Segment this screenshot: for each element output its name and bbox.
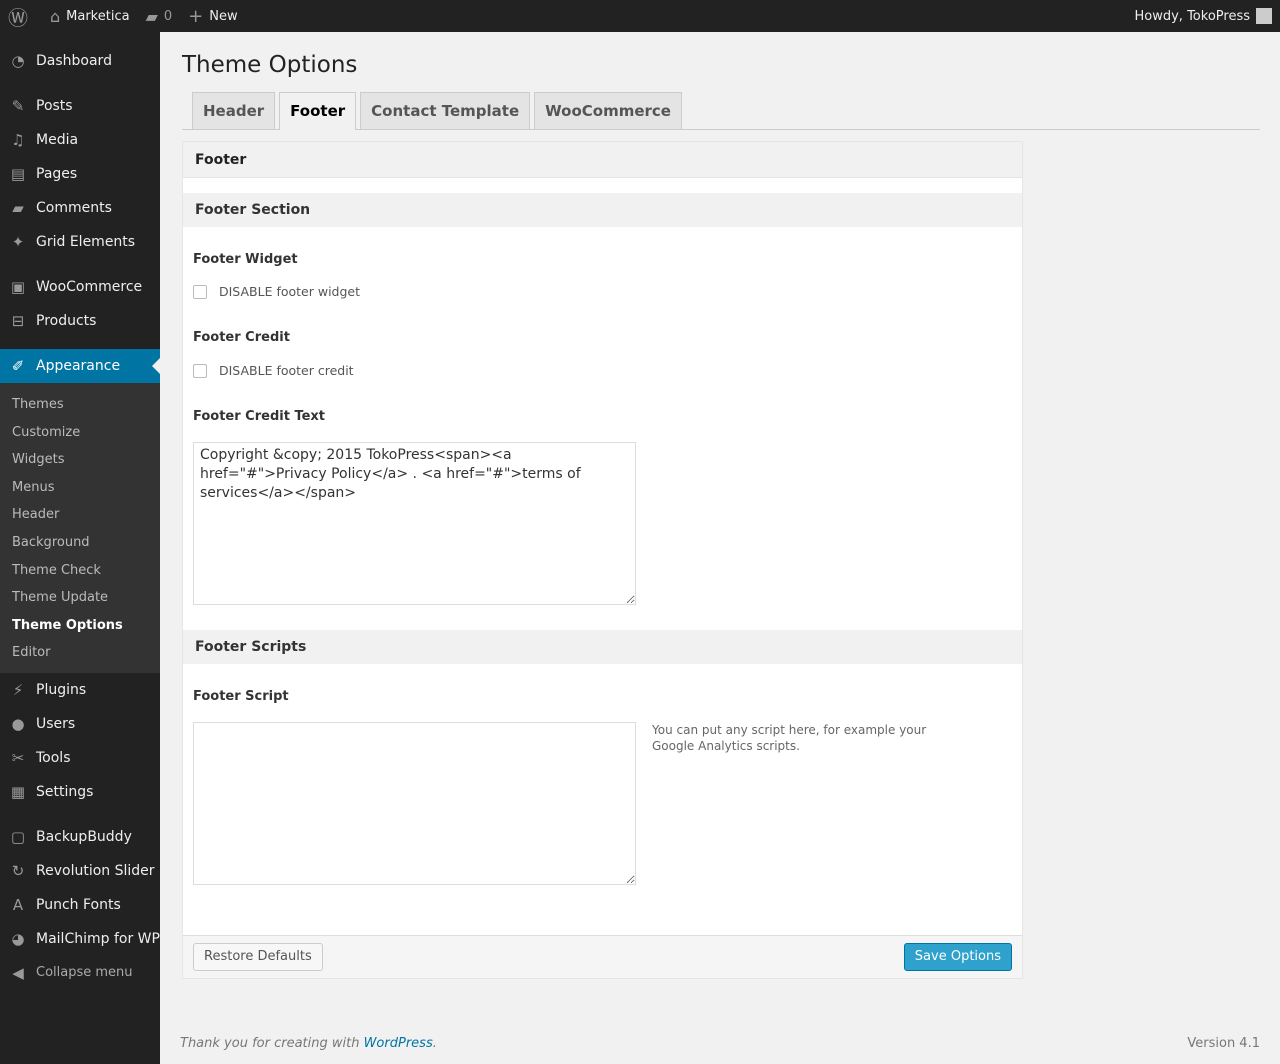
submenu-item-theme-update[interactable]: Theme Update bbox=[0, 584, 160, 612]
field-label: Footer Script bbox=[193, 689, 289, 704]
page-title: Theme Options bbox=[182, 52, 358, 78]
sidebar-item-posts[interactable]: ✎ Posts bbox=[0, 89, 160, 123]
submenu-item-editor[interactable]: Editor bbox=[0, 639, 160, 667]
cart-icon: ⊟ bbox=[11, 312, 25, 330]
panel-footer: Restore Defaults Save Options bbox=[183, 935, 1022, 978]
admin-footer: Thank you for creating with WordPress. V… bbox=[180, 1036, 1260, 1051]
sidebar-item-punch-fonts[interactable]: A Punch Fonts bbox=[0, 888, 160, 922]
restore-defaults-button[interactable]: Restore Defaults bbox=[193, 943, 323, 971]
woo-icon: ▣ bbox=[10, 278, 26, 296]
field-label: Footer Credit bbox=[193, 330, 290, 345]
sidebar-item-dashboard[interactable]: ◔ Dashboard bbox=[0, 44, 160, 78]
tab-bar: Header Footer Contact Template WooCommerce bbox=[182, 92, 1260, 130]
submenu-item-theme-options[interactable]: Theme Options bbox=[0, 612, 160, 640]
backup-icon: ▢ bbox=[10, 827, 26, 846]
sidebar-item-products[interactable]: ⊟ Products bbox=[0, 304, 160, 338]
panel-title: Footer bbox=[183, 142, 1022, 178]
tab-header[interactable]: Header bbox=[192, 92, 276, 129]
pin-icon: ✎ bbox=[11, 97, 25, 115]
collapse-icon: ◀ bbox=[12, 963, 24, 982]
dashboard-icon: ◔ bbox=[11, 52, 25, 70]
user-icon: ● bbox=[11, 714, 25, 733]
submenu-item-menus[interactable]: Menus bbox=[0, 474, 160, 502]
account-menu[interactable]: Howdy, TokoPress bbox=[1127, 0, 1280, 32]
admin-bar: Ⓦ ⌂ Marketica ▰ 0 + New Howdy, TokoPress bbox=[0, 0, 1280, 32]
version-text: Version 4.1 bbox=[1187, 1036, 1260, 1051]
grid-icon: ✦ bbox=[11, 233, 25, 251]
section-header: Footer Scripts bbox=[183, 630, 1022, 664]
pages-icon: ▤ bbox=[10, 165, 26, 183]
new-content-link[interactable]: + New bbox=[180, 0, 245, 32]
tab-woocommerce[interactable]: WooCommerce bbox=[534, 92, 682, 129]
submenu-item-widgets[interactable]: Widgets bbox=[0, 446, 160, 474]
footer-script-input[interactable] bbox=[193, 722, 636, 885]
plus-icon: + bbox=[188, 5, 204, 27]
sidebar-item-pages[interactable]: ▤ Pages bbox=[0, 157, 160, 191]
wordpress-link[interactable]: WordPress bbox=[364, 1036, 433, 1051]
sidebar-item-backupbuddy[interactable]: ▢ BackupBuddy bbox=[0, 820, 160, 854]
section-header: Footer Section bbox=[183, 193, 1022, 227]
home-icon: ⌂ bbox=[50, 6, 61, 26]
save-options-button[interactable]: Save Options bbox=[903, 943, 1012, 971]
comment-icon: ▰ bbox=[12, 199, 24, 217]
sidebar-item-grid-elements[interactable]: ✦ Grid Elements bbox=[0, 225, 160, 259]
brush-icon: ✐ bbox=[11, 357, 25, 375]
avatar bbox=[1256, 8, 1272, 24]
refresh-icon: ↻ bbox=[11, 861, 25, 880]
appearance-submenu: Themes Customize Widgets Menus Header Backgro… bbox=[0, 383, 160, 673]
field-label: Footer Credit Text bbox=[193, 409, 326, 424]
sidebar-item-users[interactable]: ● Users bbox=[0, 707, 160, 741]
sidebar-item-settings[interactable]: ▦ Settings bbox=[0, 775, 160, 809]
sidebar-item-woocommerce[interactable]: ▣ WooCommerce bbox=[0, 270, 160, 304]
submenu-item-themes[interactable]: Themes bbox=[0, 391, 160, 419]
sidebar-item-revolution-slider[interactable]: ↻ Revolution Slider bbox=[0, 854, 160, 888]
sidebar-item-plugins[interactable]: ⚡ Plugins bbox=[0, 673, 160, 707]
font-icon: A bbox=[12, 895, 24, 914]
field-label: Footer Widget bbox=[193, 252, 298, 267]
sidebar-item-mailchimp-for-wp[interactable]: ◕ MailChimp for WP bbox=[0, 922, 160, 956]
comment-icon: ▰ bbox=[145, 6, 158, 26]
comments-link[interactable]: ▰ 0 bbox=[138, 0, 181, 32]
footer-credit-text-input[interactable] bbox=[193, 442, 636, 605]
tab-contact-template[interactable]: Contact Template bbox=[360, 92, 531, 129]
sidebar-item-tools[interactable]: ✂ Tools bbox=[0, 741, 160, 775]
wordpress-logo-icon[interactable]: Ⓦ bbox=[0, 0, 42, 32]
admin-sidebar: ◔ Dashboard ✎ Posts ♫ Media ▤ Pages ▰ Comments ✦ G… bbox=[0, 32, 160, 1064]
disable-footer-credit-checkbox[interactable]: DISABLE footer credit bbox=[193, 363, 354, 378]
wrench-icon: ✂ bbox=[11, 748, 25, 767]
site-name-link[interactable]: ⌂ Marketica bbox=[42, 0, 138, 32]
sidebar-item-comments[interactable]: ▰ Comments bbox=[0, 191, 160, 225]
sidebar-item-collapse-menu[interactable]: ◀ Collapse menu bbox=[0, 956, 160, 990]
options-panel: Footer Footer Section Footer Widget DISA… bbox=[182, 141, 1023, 979]
submenu-item-header[interactable]: Header bbox=[0, 501, 160, 529]
tab-footer[interactable]: Footer bbox=[279, 92, 357, 130]
mailchimp-icon: ◕ bbox=[11, 929, 25, 948]
sidebar-item-media[interactable]: ♫ Media bbox=[0, 123, 160, 157]
plugin-icon: ⚡ bbox=[12, 680, 24, 699]
media-icon: ♫ bbox=[11, 131, 25, 149]
submenu-item-customize[interactable]: Customize bbox=[0, 419, 160, 447]
settings-icon: ▦ bbox=[10, 782, 26, 801]
field-description: You can put any script here, for example… bbox=[652, 723, 927, 753]
submenu-item-background[interactable]: Background bbox=[0, 529, 160, 557]
submenu-item-theme-check[interactable]: Theme Check bbox=[0, 557, 160, 585]
sidebar-item-appearance[interactable]: ✐ Appearance bbox=[0, 349, 160, 383]
disable-footer-widget-checkbox[interactable]: DISABLE footer widget bbox=[193, 284, 360, 299]
